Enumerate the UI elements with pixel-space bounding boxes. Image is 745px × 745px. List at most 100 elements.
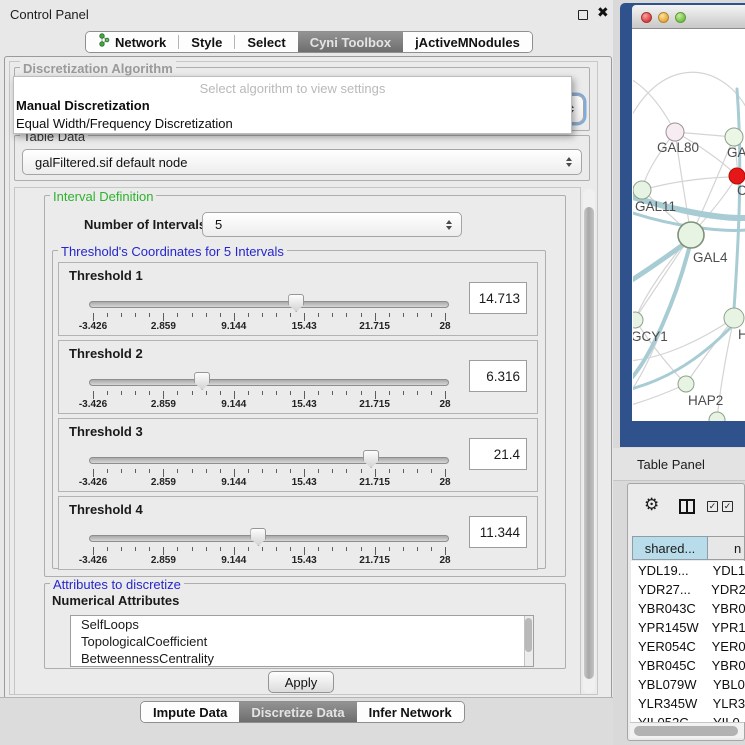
threshold-value-field[interactable]: 21.4 — [469, 438, 527, 470]
network-node[interactable] — [666, 123, 684, 141]
slider-tick-label: 9.144 — [209, 477, 259, 488]
attribute-list-item[interactable]: BetweennessCentrality — [71, 650, 533, 667]
slider-tick — [220, 391, 221, 395]
slider-tick — [262, 313, 263, 317]
tab-cyni-toolbox[interactable]: Cyni Toolbox — [298, 32, 403, 52]
table-row[interactable]: YDR27...YDR2 — [631, 580, 745, 599]
slider-tick-label: 21.715 — [350, 321, 400, 332]
name-cell: YER0 — [712, 639, 745, 654]
column-header-shared-name[interactable]: shared... — [632, 536, 708, 560]
network-canvas[interactable]: GAL80GALCGAL11GAL4GCY1HHAP2 — [632, 29, 745, 421]
table-row[interactable]: YER054CYER0 — [631, 637, 745, 656]
table-row[interactable]: YPR145WYPR1 — [631, 618, 745, 637]
slider-tick — [234, 391, 235, 399]
tab-jactivemnodules[interactable]: jActiveMNodules — [403, 32, 532, 52]
slider-tick-label: 15.43 — [279, 555, 329, 566]
network-node[interactable] — [633, 312, 643, 328]
slider-tick — [192, 391, 193, 395]
slider-tick-label: 2.859 — [138, 477, 188, 488]
table-horizontal-scrollbar[interactable] — [630, 722, 744, 738]
popup-item-equal-width-frequency[interactable]: Equal Width/Frequency Discretization — [16, 116, 233, 131]
popup-item-manual-discretization[interactable]: Manual Discretization — [16, 98, 150, 113]
network-node[interactable] — [724, 308, 744, 328]
slider-tick — [346, 391, 347, 395]
bottom-tab-infer-network[interactable]: Infer Network — [357, 702, 464, 722]
float-window-icon[interactable] — [578, 10, 588, 20]
table-rows: YDL19...YDL1YDR27...YDR2YBR043CYBR0YPR14… — [631, 561, 745, 722]
network-window-titlebar[interactable] — [632, 5, 745, 29]
slider-tick-label: 15.43 — [279, 399, 329, 410]
tab-network[interactable]: Network — [86, 32, 178, 52]
network-node-label: GCY1 — [633, 329, 668, 344]
table-data-combobox[interactable]: galFiltered.sif default node — [22, 149, 582, 175]
network-node-label: HAP2 — [688, 393, 723, 408]
network-node[interactable] — [633, 181, 651, 199]
slider-track[interactable] — [89, 301, 449, 308]
threshold-panel-2: Threshold 2-3.4262.8599.14415.4321.71528… — [58, 340, 538, 414]
slider-track[interactable] — [89, 379, 449, 386]
slider-tick — [107, 313, 108, 317]
network-node[interactable] — [729, 168, 745, 184]
slider-thumb[interactable] — [194, 372, 210, 390]
table-row[interactable]: YBL079WYBL0 — [631, 675, 745, 694]
slider-tick — [445, 313, 446, 321]
bottom-tab-discretize-data[interactable]: Discretize Data — [239, 702, 356, 722]
gear-icon[interactable]: ⚙ — [644, 495, 659, 515]
table-row[interactable]: YBR045CYBR0 — [631, 656, 745, 675]
shared-name-cell: YLR345W — [631, 696, 713, 711]
slider-tick — [403, 469, 404, 473]
number-of-intervals-combobox[interactable]: 5 — [202, 212, 462, 237]
slider-tick — [290, 391, 291, 395]
table-row[interactable]: YDL19...YDL1 — [631, 561, 745, 580]
minimize-traffic-light-icon[interactable] — [658, 12, 669, 23]
threshold-value-field[interactable]: 6.316 — [469, 360, 527, 392]
slider-tick — [276, 391, 277, 395]
split-columns-icon[interactable] — [679, 499, 695, 514]
attribute-list-item[interactable]: SelfLoops — [71, 616, 533, 633]
slider-thumb[interactable] — [250, 528, 266, 546]
network-node[interactable] — [678, 222, 704, 248]
attribute-list-item[interactable]: TopologicalCoefficient — [71, 633, 533, 650]
table-row[interactable]: YBR043CYBR0 — [631, 599, 745, 618]
threshold-value-field[interactable]: 11.344 — [469, 516, 527, 548]
slider-tick — [318, 391, 319, 395]
slider-tick — [192, 313, 193, 317]
checkbox-icon[interactable]: ✓ — [707, 501, 718, 512]
close-icon[interactable]: ✖ — [597, 4, 609, 21]
network-node[interactable] — [709, 412, 725, 421]
slider-tick — [234, 313, 235, 321]
table-row[interactable]: YIL052CYIL0 — [631, 713, 745, 722]
settings-scrollbar-thumb[interactable] — [584, 207, 594, 679]
slider-tick — [361, 391, 362, 395]
slider-track[interactable] — [89, 457, 449, 464]
zoom-traffic-light-icon[interactable] — [675, 12, 686, 23]
tab-select[interactable]: Select — [235, 32, 297, 52]
slider-thumb[interactable] — [363, 450, 379, 468]
checkbox-icon[interactable]: ✓ — [722, 501, 733, 512]
attributes-scrollbar-thumb[interactable] — [525, 618, 532, 652]
column-header-name[interactable]: n — [708, 536, 745, 560]
name-cell: YDL1 — [713, 563, 745, 578]
slider-thumb[interactable] — [288, 294, 304, 312]
slider-tick — [177, 547, 178, 551]
close-traffic-light-icon[interactable] — [641, 12, 652, 23]
slider-track[interactable] — [89, 535, 449, 542]
slider-tick — [346, 313, 347, 317]
tab-style[interactable]: Style — [179, 32, 234, 52]
slider-tick — [290, 547, 291, 551]
slider-tick — [417, 391, 418, 395]
combo-stepper-icon — [566, 157, 572, 167]
slider-tick — [431, 313, 432, 317]
table-scrollbar-thumb[interactable] — [634, 726, 738, 736]
threshold-value-field[interactable]: 14.713 — [469, 282, 527, 314]
slider-tick — [445, 547, 446, 555]
apply-button[interactable]: Apply — [268, 671, 334, 693]
bottom-tab-impute-data[interactable]: Impute Data — [141, 702, 239, 722]
table-row[interactable]: YLR345WYLR3 — [631, 694, 745, 713]
network-node[interactable] — [678, 376, 694, 392]
slider-tick — [220, 469, 221, 473]
network-node[interactable] — [725, 128, 743, 146]
numerical-attributes-list[interactable]: SelfLoopsTopologicalCoefficientBetweenne… — [70, 615, 534, 667]
shared-name-cell: YIL052C — [631, 715, 713, 722]
attributes-scrollbar[interactable] — [524, 616, 533, 666]
